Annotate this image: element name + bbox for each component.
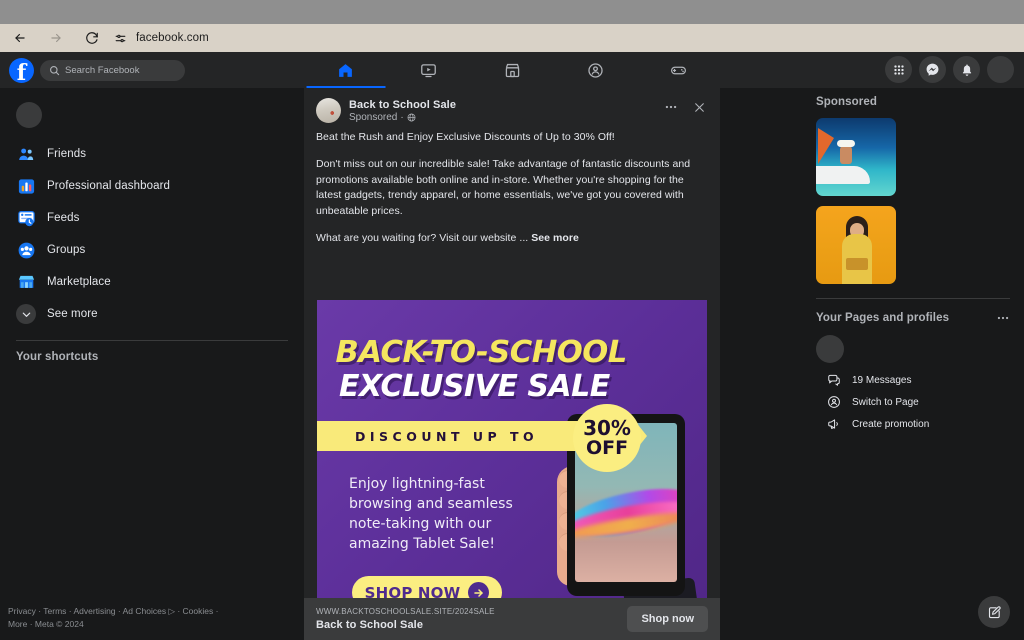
see-more-link[interactable]: See more — [531, 232, 579, 244]
search-input[interactable] — [65, 65, 175, 76]
sponsored-label: Sponsored — [349, 112, 398, 123]
ad-headline-line2: EXCLUSIVE SALE — [339, 369, 610, 404]
avatar[interactable] — [987, 56, 1014, 83]
footer-links[interactable]: Privacy · Terms · Advertising · Ad Choic… — [8, 605, 238, 630]
right-item-label: Switch to Page — [852, 396, 919, 408]
nav-tab-home[interactable] — [304, 52, 387, 88]
forward-arrow-icon[interactable] — [42, 24, 70, 52]
post-body-tail: What are you waiting for? Visit our webs… — [316, 231, 529, 244]
sponsored-ad-sailing[interactable] — [816, 118, 896, 196]
topbar-actions — [885, 56, 1014, 83]
grid-icon[interactable] — [885, 56, 912, 83]
primary-nav — [304, 52, 720, 88]
discount-badge: 30% OFF — [573, 404, 641, 472]
right-sidebar: Sponsored Your Pages and profiles 19 Mes… — [720, 88, 1024, 640]
badge-off-label: OFF — [585, 437, 629, 459]
sidebar-divider — [16, 340, 288, 341]
discount-text: DISCOUNT UP TO — [355, 428, 539, 444]
close-icon[interactable] — [688, 96, 710, 118]
page-avatar[interactable] — [816, 335, 844, 363]
chevron-down-icon — [16, 304, 36, 324]
dashboard-icon — [16, 176, 36, 196]
sidebar-item-label: Groups — [47, 244, 86, 256]
search-icon — [49, 65, 60, 76]
page-avatar[interactable] — [316, 98, 341, 123]
ad-body-text: Enjoy lightning-fast browsing and seamle… — [349, 476, 513, 552]
nav-tab-gaming[interactable] — [637, 52, 720, 88]
pages-header: Your Pages and profiles — [816, 311, 1010, 325]
facebook-logo[interactable]: f — [9, 58, 34, 83]
post-meta: Sponsored · — [349, 112, 456, 123]
facebook-topbar: f — [0, 52, 1024, 88]
browser-toolbar: facebook.com — [0, 24, 1024, 52]
pages-title: Your Pages and profiles — [816, 312, 950, 324]
sidebar-item-professional-dashboard[interactable]: Professional dashboard — [8, 170, 296, 202]
nav-tab-marketplace[interactable] — [470, 52, 553, 88]
meta-separator: · — [400, 112, 404, 123]
left-sidebar: Friends Professional dashboard Feeds Gro… — [0, 88, 304, 640]
globe-icon — [407, 113, 416, 122]
megaphone-icon — [826, 417, 842, 431]
reload-icon[interactable] — [78, 24, 106, 52]
shop-now-button[interactable]: Shop now — [627, 606, 708, 632]
ad-headline-line1: BACK-TO-SCHOOL — [335, 335, 628, 370]
sidebar-item-feeds[interactable]: Feeds — [8, 202, 296, 234]
search-box[interactable] — [40, 60, 185, 81]
ad-creative-image[interactable]: BACK-TO-SCHOOL EXCLUSIVE SALE DISCOUNT U… — [317, 300, 707, 640]
address-bar[interactable]: facebook.com — [112, 24, 209, 52]
site-settings-icon[interactable] — [112, 24, 128, 52]
sidebar-item-label: Feeds — [47, 212, 80, 224]
right-item-messages[interactable]: 19 Messages — [826, 369, 1010, 391]
ad-footer-url: WWW.BACKTOSCHOOLSALE.SITE/2024SALE — [316, 607, 495, 616]
friends-icon — [16, 144, 36, 164]
marketplace-icon — [16, 272, 36, 292]
right-sidebar-divider — [816, 298, 1010, 299]
sidebar-item-label: Friends — [47, 148, 87, 160]
badge-amount: 30% — [583, 416, 631, 440]
sidebar-item-label: See more — [47, 308, 98, 320]
sidebar-item-see-more[interactable]: See more — [8, 298, 296, 330]
your-shortcuts-title: Your shortcuts — [16, 351, 99, 363]
ad-footer-bar: WWW.BACKTOSCHOOLSALE.SITE/2024SALE Back … — [304, 598, 720, 640]
back-arrow-icon[interactable] — [6, 24, 34, 52]
bell-icon[interactable] — [953, 56, 980, 83]
nav-tab-video[interactable] — [387, 52, 470, 88]
ad-footer-title: Back to School Sale — [316, 619, 424, 631]
post-actions — [660, 96, 710, 118]
url-text: facebook.com — [136, 32, 209, 44]
post-body: Don't miss out on our incredible sale! T… — [316, 157, 691, 217]
feed-post: Back to School Sale Sponsored · Beat the… — [304, 88, 720, 640]
right-item-create-promotion[interactable]: Create promotion — [826, 413, 1010, 435]
post-text: Beat the Rush and Enjoy Exclusive Discou… — [304, 123, 720, 247]
feeds-icon — [16, 208, 36, 228]
post-page-name[interactable]: Back to School Sale — [349, 99, 456, 111]
sponsored-ad-woman[interactable] — [816, 206, 896, 284]
right-item-label: 19 Messages — [852, 374, 912, 386]
right-item-label: Create promotion — [852, 418, 930, 430]
messages-icon — [826, 373, 842, 387]
sidebar-item-label: Professional dashboard — [47, 180, 171, 192]
sidebar-item-label: Marketplace — [47, 276, 111, 288]
groups-icon — [16, 240, 36, 260]
nav-tab-groups[interactable] — [554, 52, 637, 88]
messenger-icon[interactable] — [919, 56, 946, 83]
switch-account-icon — [826, 395, 842, 409]
right-item-switch-to-page[interactable]: Switch to Page — [826, 391, 1010, 413]
ellipsis-icon[interactable] — [996, 311, 1010, 325]
post-headline: Beat the Rush and Enjoy Exclusive Discou… — [316, 131, 615, 143]
compose-icon[interactable] — [978, 596, 1010, 628]
sidebar-item-groups[interactable]: Groups — [8, 234, 296, 266]
sidebar-profile-avatar[interactable] — [16, 102, 42, 128]
sidebar-item-marketplace[interactable]: Marketplace — [8, 266, 296, 298]
sidebar-item-friends[interactable]: Friends — [8, 138, 296, 170]
post-body-last: What are you waiting for? Visit our webs… — [316, 231, 708, 247]
browser-titlebar — [0, 0, 1024, 24]
post-header: Back to School Sale Sponsored · — [304, 88, 720, 123]
sponsored-title: Sponsored — [816, 96, 877, 108]
ellipsis-icon[interactable] — [660, 96, 682, 118]
